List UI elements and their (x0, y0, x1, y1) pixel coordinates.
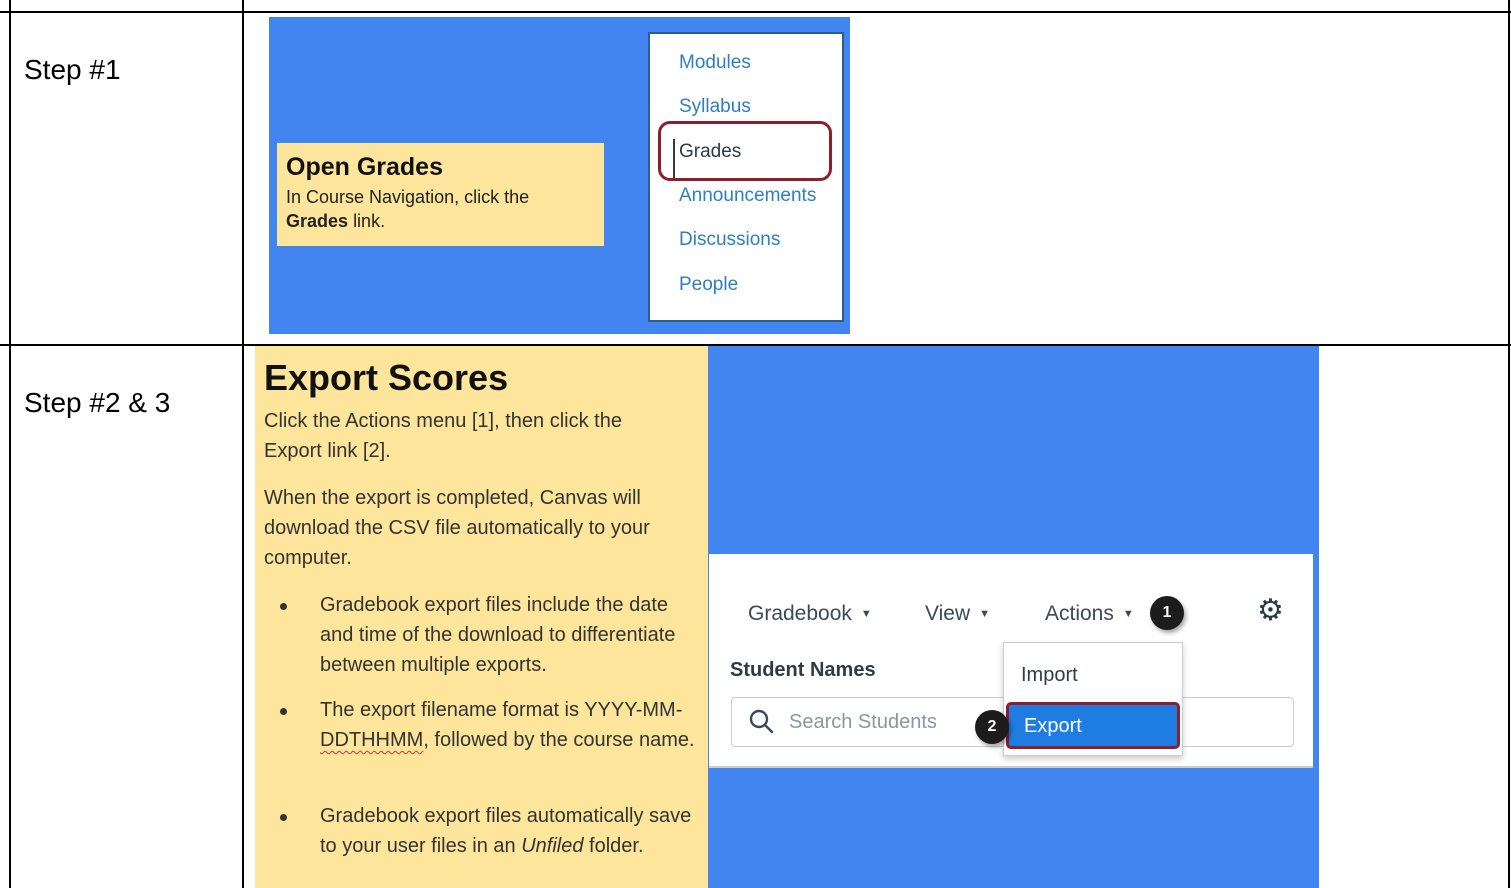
instruction-paragraph-1: Click the Actions menu [1], then click t… (264, 410, 622, 462)
bullet-item-2: The export filename format is YYYY-MM- DD… (320, 695, 705, 755)
bullet-2-text: The export filename format is YYYY-MM- (320, 699, 683, 721)
bullet-dot (280, 708, 287, 715)
callout-badge-2: 2 (975, 710, 1009, 744)
grades-highlight-box (658, 121, 832, 181)
actions-menu[interactable]: Actions ▼ (1045, 601, 1134, 627)
bullet-dot (280, 603, 287, 610)
student-names-header: Student Names (730, 659, 876, 681)
table-column-divider (242, 0, 244, 888)
step-2-3-label: Step #2 & 3 (24, 387, 171, 418)
bullet-item-3: Gradebook export files automatically sav… (320, 801, 705, 861)
step-1-screenshot: Open Grades In Course Navigation, click … (269, 17, 850, 334)
bullet-item-1: Gradebook export files include the date … (320, 594, 676, 676)
caret-down-icon: ▼ (1122, 608, 1134, 620)
table-border-right (1508, 0, 1510, 888)
bullet-dot (280, 814, 287, 821)
search-placeholder: Search Students (789, 711, 937, 733)
actions-menu-label: Actions (1045, 602, 1114, 625)
gear-icon[interactable]: ⚙ (1257, 596, 1284, 626)
menu-item-import[interactable]: Import (1021, 662, 1078, 688)
actions-dropdown: Import Export (1003, 642, 1183, 756)
nav-item-syllabus[interactable]: Syllabus (679, 95, 751, 119)
table-border-top (0, 11, 1511, 13)
bullet-3-text-end: folder. (589, 835, 644, 857)
menu-item-export[interactable]: Export (1006, 702, 1180, 749)
instruction-paragraph-2: When the export is completed, Canvas wil… (264, 487, 650, 569)
step-1-label: Step #1 (24, 54, 121, 85)
open-grades-callout: Open Grades In Course Navigation, click … (277, 143, 604, 246)
bullet-2-format: DDTHHMM (320, 729, 424, 751)
view-menu[interactable]: View ▼ (925, 601, 990, 627)
nav-item-discussions[interactable]: Discussions (679, 228, 780, 252)
nav-item-modules[interactable]: Modules (679, 51, 751, 75)
callout-badge-1: 1 (1150, 596, 1184, 630)
view-menu-label: View (925, 602, 971, 625)
export-scores-title: Export Scores (264, 357, 509, 398)
caret-down-icon: ▼ (860, 608, 872, 620)
callout-text-end: link. (353, 211, 386, 231)
gradebook-panel: Gradebook ▼ View ▼ Actions ▼ 1 ⚙ Student Na… (709, 554, 1313, 768)
search-icon (749, 709, 774, 734)
export-label: Export (1024, 715, 1082, 737)
caret-down-icon: ▼ (979, 608, 991, 620)
callout-text-bold: Grades (286, 211, 349, 231)
step-2-screenshot: Export Scores Click the Actions menu [1]… (255, 346, 1319, 888)
divider (709, 766, 1313, 768)
nav-item-announcements[interactable]: Announcements (679, 184, 816, 208)
callout-text: In Course Navigation, click the Grades li… (286, 185, 595, 233)
bullet-2-text-end: , followed by the course name. (423, 729, 695, 751)
callout-title: Open Grades (286, 153, 443, 181)
nav-item-people[interactable]: People (679, 273, 738, 297)
table-border-left (9, 0, 11, 888)
gradebook-menu[interactable]: Gradebook ▼ (748, 601, 872, 627)
gradebook-menu-label: Gradebook (748, 602, 852, 625)
callout-text-start: In Course Navigation, click the (286, 187, 530, 207)
bullet-3-italic: Unfiled (521, 835, 584, 857)
